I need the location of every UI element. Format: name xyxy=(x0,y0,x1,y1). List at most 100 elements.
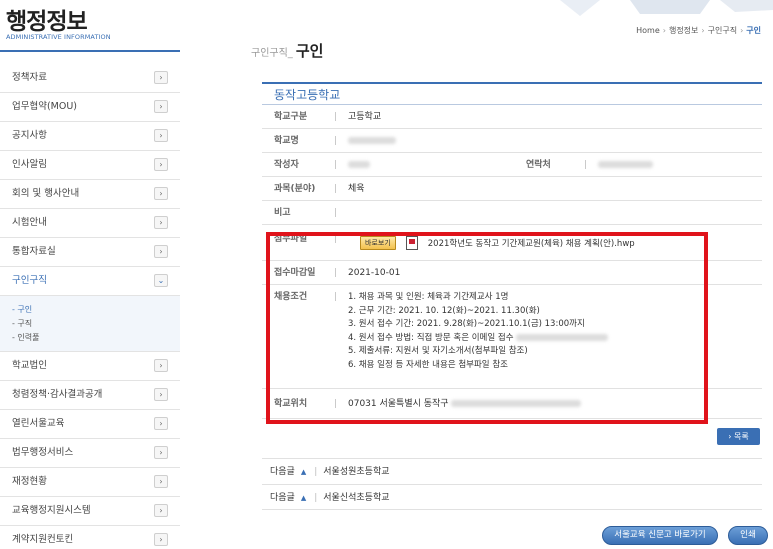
chevron-right-icon: › xyxy=(154,129,168,142)
sidebar-item-jobs[interactable]: 구인구직 ⌄ xyxy=(0,267,180,296)
submenu-item-job-seeking[interactable]: - 구직 xyxy=(12,317,180,331)
field-separator: | xyxy=(334,136,338,146)
submenu-item-hiring[interactable]: - 구인 xyxy=(12,303,180,317)
field-separator: | xyxy=(334,184,338,194)
post-navigation: 다음글 ▲ | 서울성원초등학교 다음글 ▲ | 서울신석초등학교 xyxy=(262,458,762,510)
arrow-up-icon: ▲ xyxy=(300,494,307,502)
brand-title: 행정정보 xyxy=(6,9,88,35)
breadcrumb-current: 구인 xyxy=(746,26,761,35)
school-name-heading: 동작고등학교 xyxy=(262,82,762,105)
field-label: 학교구분 xyxy=(274,112,308,122)
sidebar-item-policy[interactable]: 정책자료 › xyxy=(0,64,180,93)
redacted-value xyxy=(598,153,653,177)
sidebar-item-finance[interactable]: 재정현황 › xyxy=(0,468,180,497)
sidebar-item-label: 공지사항 xyxy=(12,130,47,141)
sidebar-item-label: 통합자료실 xyxy=(12,246,56,257)
chevron-right-icon: › xyxy=(154,71,168,84)
row-school-name: 학교명 | xyxy=(262,129,762,153)
breadcrumb: Home › 행정정보 › 구인구직 › 구인 xyxy=(636,25,761,36)
chevron-right-icon: › xyxy=(154,216,168,229)
page-title-prefix: 구인구직_ xyxy=(251,48,293,59)
sidebar-item-label: 정책자료 xyxy=(12,72,47,83)
row-writer-contact: 작성자 | 연락처 | xyxy=(262,153,762,177)
chevron-right-icon: › xyxy=(154,475,168,488)
sidebar-item-archive[interactable]: 통합자료실 › xyxy=(0,238,180,267)
submenu-item-talent-pool[interactable]: - 인력풀 xyxy=(12,331,180,345)
chevron-right-icon: › xyxy=(154,417,168,430)
next-post-label: 다음글 xyxy=(270,493,295,503)
chevron-right-icon: › xyxy=(154,158,168,171)
sidebar-item-legal[interactable]: 법무행정서비스 › xyxy=(0,439,180,468)
sidebar-item-integrity[interactable]: 청렴정책·감사결과공개 › xyxy=(0,381,180,410)
sidebar-item-label: 구인구직 xyxy=(12,275,47,286)
list-button[interactable]: › 목록 xyxy=(717,428,760,445)
sidebar-item-label: 법무행정서비스 xyxy=(12,447,74,458)
sidebar-item-label: 인사알림 xyxy=(12,159,47,170)
field-separator: | xyxy=(314,467,318,477)
field-value: 체육 xyxy=(348,184,365,194)
field-label: 비고 xyxy=(274,208,291,218)
chevron-down-icon: ⌄ xyxy=(154,274,168,287)
sidebar-item-contracts[interactable]: 계약지원컨토킨 › xyxy=(0,526,180,549)
sidebar-item-label: 시험안내 xyxy=(12,217,47,228)
field-separator: | xyxy=(314,493,318,503)
sidebar-menu: 정책자료 › 업무협약(MOU) › 공지사항 › 인사알림 › 회의 및 행사안내 › … xyxy=(0,64,180,549)
breadcrumb-home[interactable]: Home xyxy=(636,26,660,35)
chevron-right-icon: › xyxy=(154,187,168,200)
next-post-label: 다음글 xyxy=(270,467,295,477)
sidebar-item-label: 교육행정지원시스템 xyxy=(12,505,91,516)
next-post-row[interactable]: 다음글 ▲ | 서울신석초등학교 xyxy=(262,484,762,510)
field-label: 연락처 xyxy=(526,160,551,170)
breadcrumb-level2[interactable]: 구인구직 xyxy=(708,26,737,35)
chevron-right-icon: › xyxy=(154,504,168,517)
row-subject: 과목(분야) | 체육 xyxy=(262,177,762,201)
sidebar-submenu-jobs: - 구인 - 구직 - 인력풀 xyxy=(0,296,180,352)
field-separator: | xyxy=(334,160,338,170)
next-post-link[interactable]: 서울성원초등학교 xyxy=(323,467,389,477)
next-post-row[interactable]: 다음글 ▲ | 서울성원초등학교 xyxy=(262,458,762,484)
chevron-right-icon: › xyxy=(154,359,168,372)
sidebar-item-label: 학교법인 xyxy=(12,360,47,371)
breadcrumb-level1[interactable]: 행정정보 xyxy=(669,26,698,35)
chevron-right-icon: › xyxy=(154,100,168,113)
chevron-right-icon: › xyxy=(154,388,168,401)
page-title: 구인구직_ 구인 xyxy=(251,40,323,62)
arrow-up-icon: ▲ xyxy=(300,468,307,476)
sidebar-item-label: 청렴정책·감사결과공개 xyxy=(12,389,103,400)
sidebar-item-admin-system[interactable]: 교육행정지원시스템 › xyxy=(0,497,180,526)
sidebar-item-exams[interactable]: 시험안내 › xyxy=(0,209,180,238)
breadcrumb-separator: › xyxy=(701,26,705,35)
redaction-blur xyxy=(598,161,653,168)
next-post-link[interactable]: 서울신석초등학교 xyxy=(323,493,389,503)
field-separator: | xyxy=(334,112,338,122)
field-label: 과목(분야) xyxy=(274,184,316,194)
sidebar-item-school-corp[interactable]: 학교법인 › xyxy=(0,352,180,381)
redaction-blur xyxy=(348,137,396,144)
field-separator: | xyxy=(584,160,588,170)
chevron-right-icon: › xyxy=(154,446,168,459)
breadcrumb-separator: › xyxy=(740,26,744,35)
sidebar-item-open-education[interactable]: 열린서울교육 › xyxy=(0,410,180,439)
sidebar-item-label: 업무협약(MOU) xyxy=(12,101,78,112)
breadcrumb-separator: › xyxy=(662,26,666,35)
brand-subtitle: ADMINISTRATIVE INFORMATION xyxy=(6,33,111,41)
chevron-right-icon: › xyxy=(154,245,168,258)
sidebar-item-label: 계약지원컨토킨 xyxy=(12,534,74,545)
print-button[interactable]: 인쇄 xyxy=(728,526,768,545)
chevron-right-icon: › xyxy=(154,533,168,546)
field-separator: | xyxy=(334,208,338,218)
field-label: 학교명 xyxy=(274,136,299,146)
brand-divider xyxy=(0,50,180,52)
redacted-value xyxy=(348,129,396,153)
sidebar: 행정정보 ADMINISTRATIVE INFORMATION 정책자료 › 업무… xyxy=(0,0,180,549)
redacted-value xyxy=(348,153,370,177)
education-petition-button[interactable]: 서울교육 신문고 바로가기 xyxy=(602,526,718,545)
sidebar-item-mou[interactable]: 업무협약(MOU) › xyxy=(0,93,180,122)
sidebar-item-personnel[interactable]: 인사알림 › xyxy=(0,151,180,180)
redaction-blur xyxy=(348,161,370,168)
sidebar-item-events[interactable]: 회의 및 행사안내 › xyxy=(0,180,180,209)
row-school-type: 학교구분 | 고등학교 xyxy=(262,105,762,129)
sidebar-item-label: 열린서울교육 xyxy=(12,418,65,429)
sidebar-item-notice[interactable]: 공지사항 › xyxy=(0,122,180,151)
sidebar-item-label: 재정현황 xyxy=(12,476,47,487)
